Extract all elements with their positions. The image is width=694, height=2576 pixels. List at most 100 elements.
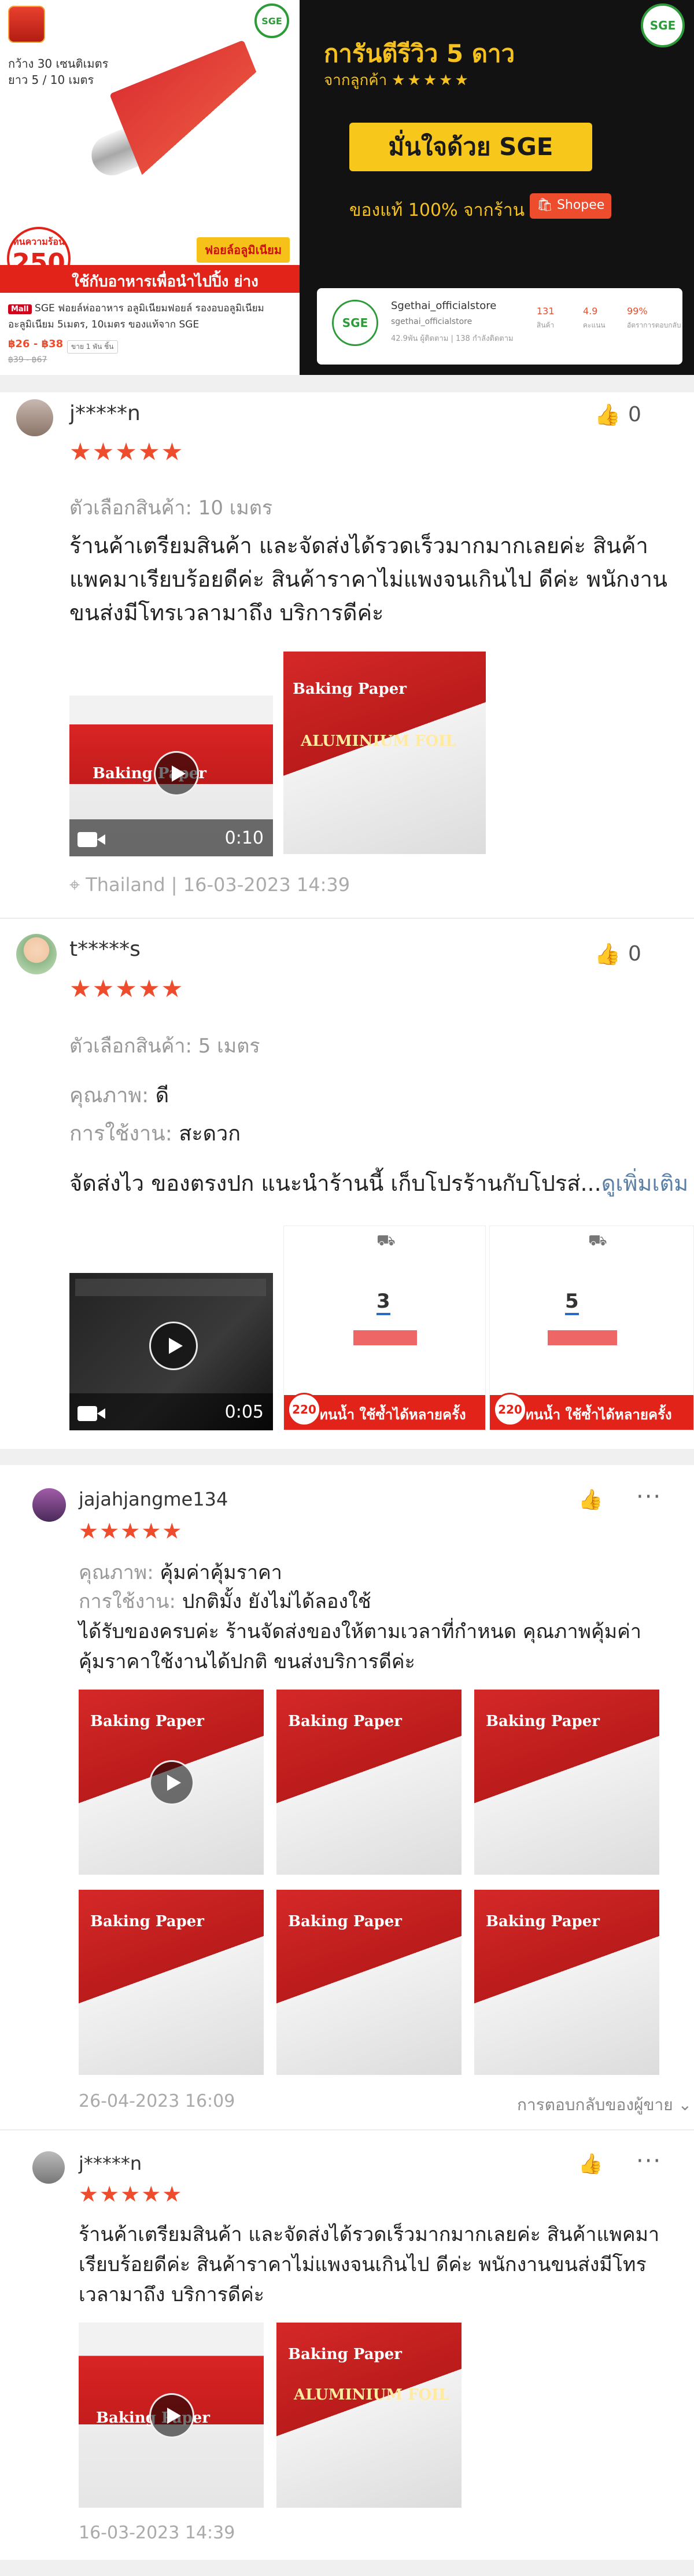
reviewer-name[interactable]: j*****n [79, 2152, 142, 2174]
photo-label-2: ALUMINIUM FOIL [301, 733, 456, 750]
review-photo[interactable]: Baking Paper [276, 1690, 462, 1875]
rating-stars-icon: ★★★★★ [69, 974, 184, 1003]
thumbs-up-icon[interactable]: 👍 [578, 1488, 603, 1511]
reviewer-avatar[interactable] [16, 399, 53, 436]
sge-logo-large: SGE [641, 3, 685, 47]
rating-stars-icon: ★★★★★ [79, 2181, 183, 2207]
store-handle: sgethai_officialstore [391, 317, 472, 326]
reviewer-avatar[interactable] [32, 2151, 65, 2184]
trust-sge-button[interactable]: มั่นใจด้วย SGE [349, 123, 592, 171]
box-icon: ⛟ [588, 1232, 607, 1249]
more-dots-icon[interactable]: ··· [636, 2148, 662, 2174]
product-card[interactable]: SGE กว้าง 30 เซนติเมตร ยาว 5 / 10 เมตร ท… [0, 0, 300, 375]
video-bar: 0:05 [69, 1393, 273, 1430]
review-photo[interactable]: Baking Paper [474, 1890, 659, 2075]
sold-count: ขาย 1 พัน ชิ้น [67, 340, 118, 354]
sge-logo-small: SGE [254, 3, 289, 38]
video-duration: 0:10 [224, 828, 264, 848]
box-icon: ⛟ [376, 1232, 396, 1249]
review-photo[interactable]: Baking Paper [79, 1890, 264, 2075]
review-location-time: ⌖ Thailand | 16-03-2023 14:39 [69, 874, 350, 896]
review-body: ได้รับของครบค่ะ ร้านจัดส่งของให้ตามเวลาท… [79, 1620, 641, 1673]
video-camera-icon [77, 1406, 105, 1421]
shopee-chip[interactable]: 🛍 Shopee [530, 193, 612, 219]
review-variant: ตัวเลือกสินค้า: 10 เมตร [69, 496, 273, 520]
thumbs-up-icon[interactable]: 👍 [578, 2152, 603, 2176]
reviewer-avatar[interactable] [16, 934, 57, 974]
reviewer-name[interactable]: j*****n [69, 402, 141, 425]
review-photo[interactable]: Baking Paper [276, 1890, 462, 2075]
usage-strip: ใช้กับอาหารเพื่อนำไปปิ้ง ย่าง [0, 265, 300, 293]
video-bar: 0:10 [69, 819, 273, 856]
review-photo[interactable]: ⛟ 3 ทนน้ำ ใช้ซ้ำได้หลายครั้ง 220 [283, 1226, 486, 1430]
photo-size-label: 5 [565, 1290, 579, 1315]
play-icon[interactable] [149, 1760, 194, 1805]
photo-label-1: Baking Paper [293, 680, 407, 698]
store-followers: 42.9พัน ผู้ติดตาม | 138 กำลังติดตาม [391, 334, 514, 343]
review-video[interactable]: Baking Paper [79, 2323, 264, 2508]
from-customers: จากลูกค้า ★★★★★ [324, 68, 471, 92]
review-usage: การใช้งาน: สะดวก [69, 1122, 241, 1146]
play-icon[interactable] [149, 2393, 194, 2438]
product-title[interactable]: Mall SGE ฟอยล์ห่ออาหาร อลูมิเนียมฟอยล์ ร… [8, 301, 291, 332]
like-count: 0 [628, 942, 641, 966]
review-photo[interactable]: Baking Paper ALUMINIUM FOIL [276, 2323, 462, 2508]
review-quality: คุณภาพ: คุ้มค่าคุ้มราคา [79, 1561, 282, 1584]
review-body: ร้านค้าเตรียมสินค้า และจัดส่งได้รวดเร็วม… [79, 2223, 660, 2306]
reviewer-name[interactable]: t*****s [69, 937, 141, 961]
section-divider [0, 2560, 694, 2576]
thumbs-up-icon[interactable]: 👍 [595, 403, 621, 427]
guarantee-heading: การันตีรีวิว 5 ดาว [324, 39, 515, 68]
store-logo: SGE [332, 300, 378, 346]
review-variant: ตัวเลือกสินค้า: 5 เมตร [69, 1035, 260, 1058]
play-icon[interactable] [154, 751, 199, 796]
store-score: 4.9 คะแนน [583, 306, 606, 329]
review-body: ร้านค้าเตรียมสินค้า และจัดส่งได้รวดเร็วม… [69, 533, 667, 625]
store-name: Sgethai_officialstore [391, 300, 497, 312]
play-icon[interactable] [149, 1322, 198, 1370]
reviewer-name[interactable]: jajahjangme134 [79, 1488, 228, 1510]
store-banner: SGE กว้าง 30 เซนติเมตร ยาว 5 / 10 เมตร ท… [0, 0, 694, 375]
thumbs-up-icon[interactable]: 👍 [595, 942, 621, 966]
foil-tag: ฟอยล์อลูมิเนียม [197, 237, 290, 263]
review-separator [0, 918, 694, 919]
product-price: ฿26 - ฿38 [8, 338, 64, 350]
product-image [85, 39, 278, 185]
review-video[interactable]: Baking Paper [79, 1690, 264, 1875]
review-body: จัดส่งไว ของตรงปก แนะนำร้านนี้ เก็บโปรร้… [69, 1171, 689, 1196]
section-divider [0, 375, 694, 392]
review-photo[interactable]: Baking Paper [474, 1690, 659, 1875]
section-divider [0, 1449, 694, 1465]
review-photo[interactable]: Baking Paper ALUMINIUM FOIL [283, 652, 486, 854]
store-response-rate: 99% อัตราการตอบกลับ [627, 306, 681, 329]
promo-badge: 220 [287, 1393, 321, 1426]
store-card[interactable]: SGE Sgethai_officialstore sgethai_offici… [317, 288, 682, 365]
chevron-down-icon: ⌄ [673, 2095, 692, 2114]
from-customers-text: จากลูกค้า [324, 72, 387, 89]
photo-size-label: 3 [376, 1290, 390, 1315]
video-camera-icon [77, 832, 105, 847]
review-photo[interactable]: ⛟ 5 ทนน้ำ ใช้ซ้ำได้หลายครั้ง 220 [489, 1226, 694, 1430]
review-video[interactable]: Baking Paper 0:10 [69, 695, 273, 856]
more-dots-icon[interactable]: ··· [636, 1484, 662, 1510]
product-box [548, 1330, 617, 1345]
review-separator [0, 2129, 694, 2130]
reviewer-avatar[interactable] [32, 1488, 66, 1522]
genuine-text: ของแท้ 100% จากร้าน [349, 200, 525, 220]
video-duration: 0:05 [224, 1402, 264, 1422]
product-title-text: SGE ฟอยล์ห่ออาหาร อลูมิเนียมฟอยล์ รองอบอ… [8, 303, 264, 330]
mall-badge: Mall [8, 304, 32, 314]
promo-badge: 220 [493, 1393, 527, 1426]
shopee-label: Shopee [556, 198, 605, 212]
product-old-price: ฿39 - ฿67 [8, 355, 47, 365]
seller-reply-link[interactable]: การตอบกลับของผู้ขาย ⌄ [517, 2092, 692, 2118]
heat-resist-label: ทนความร้อน [13, 236, 65, 247]
see-more-link[interactable]: ดูเพิ่มเติม [601, 1171, 688, 1196]
review-video[interactable]: 0:05 [69, 1273, 273, 1430]
product-thumbnail [8, 6, 45, 43]
location-pin-icon: ⌖ [69, 874, 86, 896]
shopee-bag-icon: 🛍 [537, 198, 557, 212]
rating-stars-icon: ★★★★★ [69, 437, 184, 466]
review-date: 16-03-2023 14:39 [79, 2523, 235, 2543]
review-quality: คุณภาพ: ดี [69, 1084, 169, 1107]
